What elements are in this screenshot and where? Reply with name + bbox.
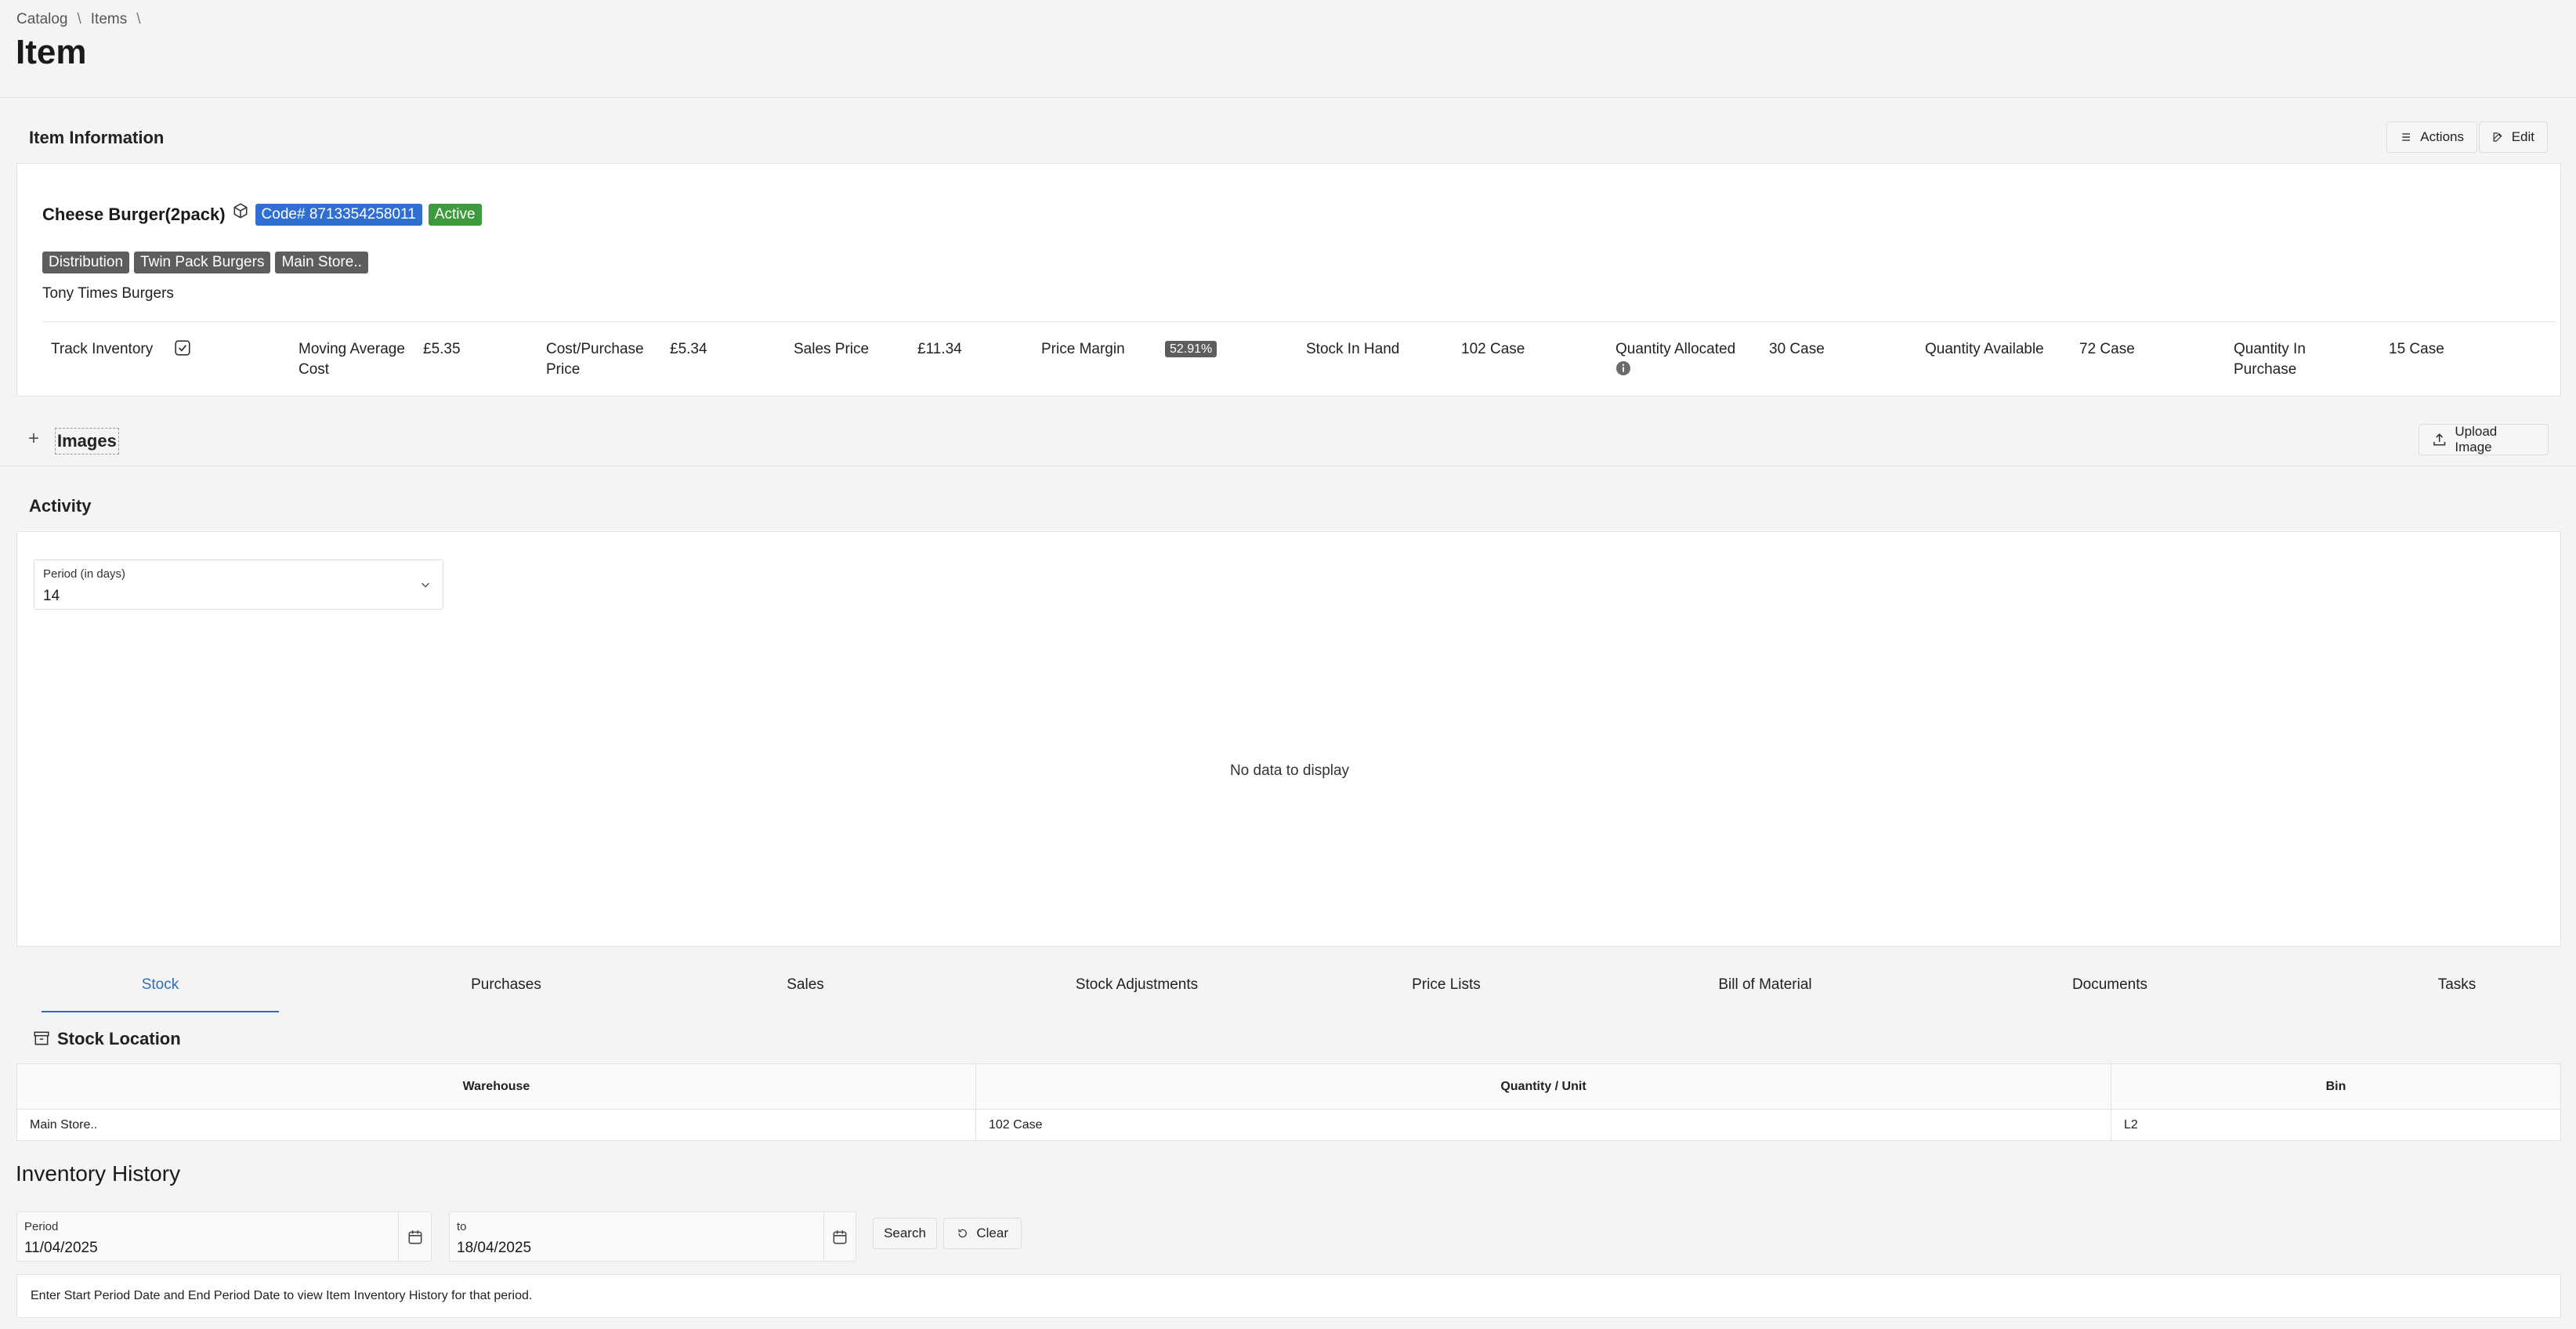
- tab-bill-of-material[interactable]: Bill of Material: [1663, 976, 1867, 994]
- calendar-icon[interactable]: [831, 1229, 848, 1246]
- period-end-date-field[interactable]: to 18/04/2025: [449, 1211, 856, 1262]
- cost-purchase-price-value: £5.34: [670, 341, 707, 357]
- tag-main-store: Main Store..: [275, 252, 368, 273]
- tab-bar: Stock Purchases Sales Stock Adjustments …: [42, 976, 2545, 1014]
- track-inventory-checkbox[interactable]: [174, 339, 191, 360]
- breadcrumb: Catalog \ Items \: [16, 11, 141, 28]
- moving-average-cost-value: £5.35: [423, 341, 461, 357]
- chevron-down-icon: [421, 582, 430, 588]
- search-button[interactable]: Search: [873, 1218, 937, 1249]
- clear-label: Clear: [976, 1226, 1008, 1240]
- column-header-warehouse[interactable]: Warehouse: [16, 1063, 976, 1110]
- edit-button[interactable]: Edit: [2479, 121, 2548, 153]
- cost-purchase-price-label: Cost/Purchase Price: [546, 341, 644, 378]
- tab-documents[interactable]: Documents: [2028, 976, 2192, 994]
- tab-sales[interactable]: Sales: [723, 976, 888, 994]
- item-name: Cheese Burger(2pack): [42, 205, 226, 224]
- stats-divider: [42, 321, 2556, 322]
- bin-cell: L2: [2111, 1109, 2561, 1141]
- actions-button[interactable]: Actions: [2386, 121, 2477, 153]
- inventory-history-hint-box: Enter Start Period Date and End Period D…: [16, 1274, 2561, 1318]
- stock-location-table-wrapper: Warehouse Quantity / Unit Bin Main Store…: [16, 1063, 2561, 1141]
- supplier-name: Tony Times Burgers: [42, 285, 174, 302]
- track-inventory-label: Track Inventory: [51, 341, 154, 357]
- breadcrumb-separator: \: [136, 11, 141, 27]
- tab-purchases[interactable]: Purchases: [424, 976, 588, 994]
- breadcrumb-items[interactable]: Items: [91, 11, 127, 28]
- archive-box-icon: [34, 1031, 49, 1045]
- upload-image-button[interactable]: Upload Image: [2419, 424, 2549, 455]
- stock-location-table: Warehouse Quantity / Unit Bin Main Store…: [16, 1063, 2561, 1141]
- tab-price-lists[interactable]: Price Lists: [1364, 976, 1529, 994]
- header-divider: [0, 97, 2576, 98]
- info-icon[interactable]: [1615, 360, 1631, 376]
- table-row[interactable]: Main Store.. 102 Case L2: [16, 1109, 2561, 1141]
- page-title: Item: [16, 33, 87, 71]
- quantity-available-value: 72 Case: [2079, 341, 2135, 357]
- column-header-bin[interactable]: Bin: [2111, 1063, 2561, 1110]
- price-margin-label: Price Margin: [1041, 341, 1125, 357]
- activity-card: Period (in days) 14 No data to display: [16, 531, 2561, 947]
- images-title[interactable]: Images: [55, 428, 119, 454]
- warehouse-cell: Main Store..: [16, 1109, 976, 1141]
- breadcrumb-catalog[interactable]: Catalog: [16, 11, 68, 28]
- price-margin-badge: 52.91%: [1165, 341, 1217, 357]
- item-information-card: Cheese Burger(2pack) Code# 8713354258011…: [16, 163, 2561, 397]
- tab-stock-adjustments[interactable]: Stock Adjustments: [1015, 976, 1258, 994]
- inventory-history-hint: Enter Start Period Date and End Period D…: [31, 1289, 533, 1302]
- period-days-value: 14: [43, 588, 60, 604]
- activity-title: Activity: [29, 496, 92, 516]
- tag-twin-pack-burgers: Twin Pack Burgers: [134, 252, 271, 273]
- edit-label: Edit: [2511, 129, 2534, 144]
- quantity-allocated-value: 30 Case: [1769, 341, 1825, 357]
- actions-label: Actions: [2420, 129, 2464, 144]
- menu-lines-icon: [2402, 133, 2410, 141]
- stock-in-hand-label: Stock In Hand: [1306, 341, 1400, 357]
- quantity-unit-cell: 102 Case: [975, 1109, 2111, 1141]
- package-icon: [233, 203, 248, 219]
- quantity-allocated-label: Quantity Allocated: [1615, 341, 1736, 357]
- tab-tasks[interactable]: Tasks: [2375, 976, 2539, 994]
- upload-image-label: Upload Image: [2455, 424, 2498, 454]
- quantity-in-purchase-value: 15 Case: [2389, 341, 2444, 357]
- tab-stock[interactable]: Stock: [42, 976, 279, 994]
- clear-button[interactable]: Clear: [943, 1218, 1022, 1249]
- inventory-history-title: Inventory History: [16, 1161, 181, 1186]
- period-end-value: 18/04/2025: [457, 1240, 532, 1256]
- edit-icon: [2493, 132, 2502, 142]
- checkbox-checked-icon: [175, 340, 190, 356]
- breadcrumb-separator: \: [77, 11, 81, 27]
- item-code-badge: Code# 8713354258011: [255, 204, 422, 226]
- period-start-label: Period: [24, 1220, 59, 1233]
- status-badge: Active: [428, 204, 482, 226]
- quantity-available-label: Quantity Available: [1925, 341, 2044, 357]
- no-data-message: No data to display: [1229, 762, 1350, 779]
- moving-average-cost-label: Moving Average Cost: [298, 341, 405, 378]
- stock-in-hand-value: 102 Case: [1461, 341, 1525, 357]
- tag-list: Distribution Twin Pack Burgers Main Stor…: [42, 252, 368, 273]
- active-tab-indicator: [42, 1011, 279, 1012]
- sales-price-value: £11.34: [917, 341, 962, 357]
- column-header-quantity-unit[interactable]: Quantity / Unit: [975, 1063, 2111, 1110]
- period-start-date-field[interactable]: Period 11/04/2025: [16, 1211, 432, 1262]
- period-end-label: to: [457, 1220, 467, 1233]
- upload-icon: [2433, 433, 2446, 446]
- stock-location-title: Stock Location: [57, 1029, 181, 1048]
- period-days-select[interactable]: Period (in days) 14: [34, 559, 443, 610]
- calendar-icon[interactable]: [407, 1229, 424, 1246]
- tag-distribution: Distribution: [42, 252, 130, 273]
- item-information-title: Item Information: [29, 128, 165, 147]
- quantity-in-purchase-label: Quantity In Purchase: [2234, 341, 2306, 378]
- sales-price-label: Sales Price: [794, 341, 870, 357]
- reset-icon: [958, 1229, 967, 1238]
- period-start-value: 11/04/2025: [24, 1240, 98, 1256]
- expand-images-icon[interactable]: +: [28, 428, 39, 450]
- search-label: Search: [884, 1226, 926, 1240]
- images-divider: [0, 465, 2576, 466]
- period-days-label: Period (in days): [43, 567, 126, 581]
